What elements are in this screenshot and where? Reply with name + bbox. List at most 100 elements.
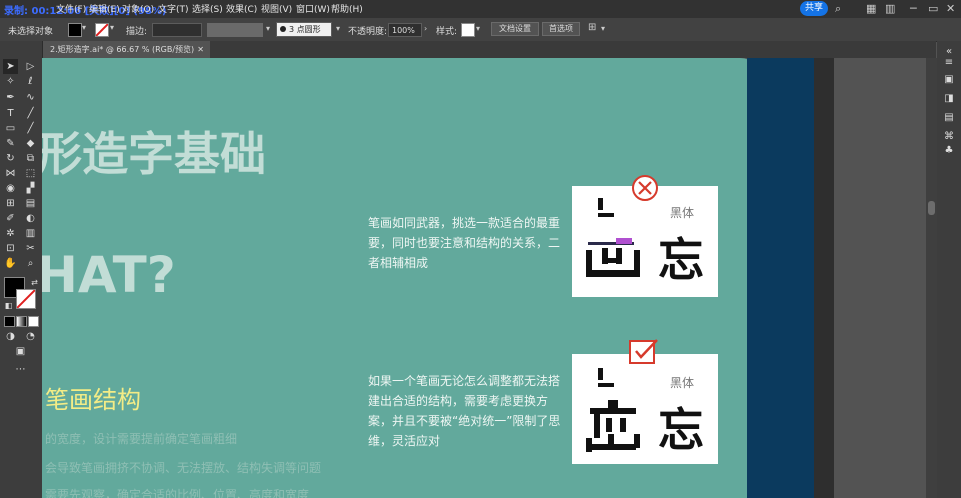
paragraph-2: 如果一个笔画无论怎么调整都无法搭建出合适的结构，需要考虑更换方案，并且不要被“绝… <box>368 374 561 448</box>
chevron-down-icon[interactable]: ▾ <box>336 24 340 33</box>
lasso-icon[interactable]: ℓ <box>24 75 37 88</box>
direct-selection-tool-icon[interactable]: ▷ <box>24 60 37 73</box>
share-button[interactable]: 共享 <box>800 1 828 16</box>
screen-mode-icon[interactable]: ▣ <box>14 345 27 358</box>
brush-definition[interactable]: 3 点圆形 <box>276 22 332 37</box>
brush-label: 3 点圆形 <box>289 25 321 34</box>
gradient-tool-icon[interactable]: ▤ <box>24 197 37 210</box>
symbols-icon[interactable]: ♣ <box>943 145 955 157</box>
menu-edit[interactable]: 编辑(E) <box>89 2 120 15</box>
reference-glyph: 忘 <box>658 233 704 287</box>
opacity-field[interactable]: 100% <box>388 23 422 37</box>
minimize-icon[interactable]: ─ <box>910 2 917 15</box>
arrange-documents-icon[interactable]: ⊞ <box>588 22 596 33</box>
draw-behind-icon[interactable]: ◔ <box>24 330 37 343</box>
line-tool-icon[interactable]: ╱ <box>24 107 37 120</box>
menu-type[interactable]: 文字(T) <box>158 2 189 15</box>
color-mode-icon[interactable] <box>4 316 15 327</box>
properties-icon[interactable]: ≡ <box>943 57 955 69</box>
scrollbar-thumb[interactable] <box>928 201 935 215</box>
artboards-icon[interactable]: ▤ <box>943 112 955 124</box>
graphic-style-swatch[interactable] <box>461 23 475 37</box>
search-icon[interactable]: ⌕ <box>835 2 841 16</box>
control-bar: 未选择对象 ▾ ▾ 描边: ▾ 3 点圆形 ▾ 不透明度: 100% › 样式:… <box>0 18 961 42</box>
canvas[interactable]: 形造字基础 HAT? 笔画结构 的宽度，设计需要提前确定笔画粗细 会导致笔画拥挤… <box>42 58 937 498</box>
mesh-tool-icon[interactable]: ⊞ <box>4 197 17 210</box>
shape-builder-icon[interactable]: ◉ <box>4 182 17 195</box>
fixed-glyph-correct <box>586 400 640 452</box>
workspace-icon[interactable]: ▦ <box>866 2 876 15</box>
chevron-right-icon[interactable]: › <box>424 24 427 33</box>
menu-file[interactable]: 文件(F) <box>56 2 86 15</box>
none-mode-icon[interactable] <box>28 316 39 327</box>
vertical-scrollbar[interactable] <box>926 58 937 498</box>
stroke-color[interactable] <box>16 289 36 309</box>
graph-tool-icon[interactable]: ▥ <box>24 227 37 240</box>
pen-tool-icon[interactable]: ✒ <box>4 91 17 104</box>
panel-dock: « ≡ ▣ ◨ ▤ ⌘ ♣ <box>937 41 961 498</box>
menu-select[interactable]: 选择(S) <box>192 2 223 15</box>
assets-icon[interactable]: ⌘ <box>943 131 955 143</box>
broken-glyph-wrong <box>586 248 640 277</box>
reference-glyph: 忘 <box>658 403 704 457</box>
menu-bar: 录制: 00:12:06 [失败][0] (98%) 文件(F) 编辑(E) 对… <box>0 0 961 18</box>
curvature-tool-icon[interactable]: ∿ <box>24 91 37 104</box>
stroke-weight-field[interactable] <box>152 23 202 37</box>
paintbrush-icon[interactable]: ╱ <box>24 122 37 135</box>
faded-line-1: 的宽度，设计需要提前确定笔画粗细 <box>45 432 238 446</box>
rectangle-tool-icon[interactable]: ▭ <box>4 122 17 135</box>
blend-tool-icon[interactable]: ◐ <box>24 212 37 225</box>
more-tools-icon[interactable]: ⋯ <box>14 363 27 376</box>
swap-fill-stroke-icon[interactable]: ⇄ <box>28 276 41 289</box>
close-tab-icon[interactable]: ✕ <box>197 41 204 58</box>
close-icon[interactable]: ✕ <box>946 2 955 15</box>
draw-normal-icon[interactable]: ◑ <box>4 330 17 343</box>
preferences-button[interactable]: 首选项 <box>542 22 580 36</box>
faded-line-3: 需要先观察，确定合适的比例、位置、高度和宽度 <box>45 488 310 498</box>
eraser-icon[interactable]: ◆ <box>24 137 37 150</box>
stroke-swatch[interactable] <box>95 23 109 37</box>
perspective-grid-icon[interactable]: ▞ <box>24 182 37 195</box>
menu-window[interactable]: 窗口(W) <box>296 2 330 15</box>
selection-handle <box>616 238 632 244</box>
chevron-down-icon[interactable]: ▾ <box>110 23 114 32</box>
chevron-down-icon[interactable]: ▾ <box>82 23 86 32</box>
symbol-sprayer-icon[interactable]: ✲ <box>4 227 17 240</box>
variable-width-profile[interactable] <box>207 23 263 37</box>
shaper-tool-icon[interactable]: ✎ <box>4 137 17 150</box>
menu-help[interactable]: 帮助(H) <box>331 2 363 15</box>
type-tool-icon[interactable]: T <box>4 107 17 120</box>
eyedropper-icon[interactable]: ✐ <box>4 212 17 225</box>
arrange-icon[interactable]: ▥ <box>885 2 895 15</box>
stroke-label: 描边: <box>126 27 148 37</box>
menu-view[interactable]: 视图(V) <box>261 2 292 15</box>
zoom-tool-icon[interactable]: ⌕ <box>24 257 37 270</box>
chevron-down-icon[interactable]: ▾ <box>266 24 270 33</box>
chevron-down-icon[interactable]: ▾ <box>601 24 605 33</box>
artboard-tool-icon[interactable]: ⊡ <box>4 242 17 255</box>
scale-tool-icon[interactable]: ⧉ <box>24 152 37 165</box>
fill-swatch[interactable] <box>68 23 82 37</box>
menu-effect[interactable]: 效果(C) <box>226 2 257 15</box>
tools-panel: ➤ ▷ ✧ ℓ ✒ ∿ T ╱ ▭ ╱ ✎ ◆ ↻ ⧉ ⋈ ⬚ ◉ ▞ ⊞ ▤ … <box>0 41 43 498</box>
maximize-icon[interactable]: ▭ <box>928 2 938 15</box>
rotate-tool-icon[interactable]: ↻ <box>4 152 17 165</box>
free-transform-icon[interactable]: ⬚ <box>24 167 37 180</box>
gradient-mode-icon[interactable] <box>16 316 27 327</box>
paragraph-1: 笔画如同武器，挑选一款适合的最重要，同时也要注意和结构的关系，二者相辅相成 <box>368 216 561 270</box>
width-tool-icon[interactable]: ⋈ <box>4 167 17 180</box>
document-setup-button[interactable]: 文档设置 <box>491 22 539 36</box>
faded-line-2: 会导致笔画拥挤不协调、无法摆放、结构失调等问题 <box>45 461 322 475</box>
document-tab[interactable]: 2.矩形造字.ai* @ 66.67 % (RGB/预览) ✕ <box>42 41 210 58</box>
libraries-icon[interactable]: ▣ <box>943 74 955 86</box>
slice-tool-icon[interactable]: ✂ <box>24 242 37 255</box>
magic-wand-icon[interactable]: ✧ <box>4 75 17 88</box>
menu-object[interactable]: 对象(O) <box>122 2 154 15</box>
brush-dot-icon <box>280 26 286 32</box>
selection-tool-icon[interactable]: ➤ <box>4 60 17 73</box>
default-colors-icon[interactable]: ◧ <box>2 299 15 312</box>
comparison-card-correct: 黑体 忘 <box>572 354 718 464</box>
stroke-sample-dot <box>598 368 603 380</box>
chevron-down-icon[interactable]: ▾ <box>476 24 480 33</box>
hand-tool-icon[interactable]: ✋ <box>4 257 17 270</box>
